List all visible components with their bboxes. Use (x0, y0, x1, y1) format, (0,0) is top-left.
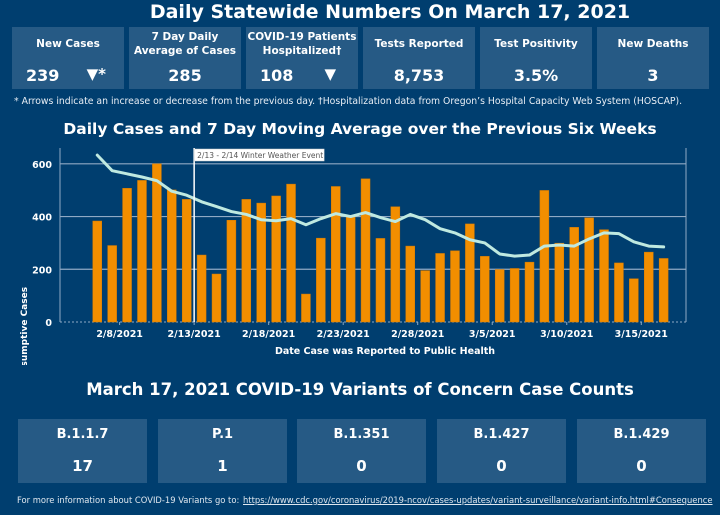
bar (226, 219, 237, 323)
variant-tile-b117: B.1.1.7 17 (18, 419, 147, 483)
bar (614, 262, 624, 323)
variants-title: March 17, 2021 COVID-19 Variants of Conc… (86, 380, 634, 399)
down-triangle-icon: ▼ (324, 65, 336, 83)
variant-tile-b1351: B.1.351 0 (297, 419, 426, 483)
kpi-value: 8,753 (393, 66, 445, 85)
bar (241, 199, 252, 323)
bar (494, 269, 505, 323)
variant-name: B.1.1.7 (56, 427, 109, 442)
down-triangle-icon: ▼* (86, 65, 106, 83)
x-tick-label: 3/5/2021 (469, 329, 516, 340)
bar (450, 250, 460, 323)
kpi-value: 3.5% (513, 66, 559, 85)
bar (345, 216, 356, 323)
bar (420, 270, 430, 323)
bar (569, 227, 579, 323)
x-tick-label: 2/23/2021 (317, 329, 370, 340)
kpi-label: Test Positivity (494, 38, 578, 50)
bar (122, 188, 132, 323)
bar (271, 195, 281, 323)
bar (390, 206, 401, 323)
bar (301, 293, 311, 323)
kpi-value: 239 (26, 66, 60, 85)
variant-count: 0 (356, 457, 367, 475)
bar (644, 251, 654, 323)
bar (375, 238, 386, 323)
kpi-label: New Cases (36, 38, 100, 50)
kpi-new-deaths: New Deaths 3 (597, 27, 709, 89)
bar (584, 217, 594, 323)
kpi-row: New Cases 239 ▼* 7 Day Daily Average of … (12, 27, 709, 89)
variant-name: B.1.429 (613, 427, 670, 442)
variant-name: B.1.351 (333, 427, 390, 442)
variant-count: 0 (636, 457, 647, 475)
bar (509, 268, 520, 323)
bar (137, 180, 147, 323)
bar (196, 254, 207, 323)
bar (524, 261, 535, 323)
x-tick-label: 2/18/2021 (242, 329, 295, 340)
more-info-text: For more information about COVID-19 Vari… (17, 495, 240, 505)
variant-name: B.1.427 (473, 427, 530, 442)
bar (435, 253, 445, 323)
variant-name: P.1 (211, 427, 234, 442)
y-axis-label: Confirmed and Presumptive Cases (20, 287, 30, 365)
bar (629, 278, 639, 323)
bar (658, 258, 669, 323)
kpi-value: 108 (260, 66, 294, 85)
bar (92, 220, 102, 323)
kpi-hospitalized: COVID-19 Patients Hospitalized† 108 ▼ (246, 27, 358, 89)
kpi-7-day-average: 7 Day Daily Average of Cases 285 (129, 27, 241, 89)
kpi-label: 7 Day Daily Average of Cases (133, 31, 237, 57)
chart-title: Daily Cases and 7 Day Moving Average ove… (63, 120, 657, 138)
bar (480, 256, 490, 323)
x-axis-label: Date Case was Reported to Public Health (275, 346, 495, 357)
x-tick-label: 2/28/2021 (391, 329, 444, 340)
cases-chart[interactable]: 0 200 400 600 2/8/2021 2/13/2021 2/18/2021 2/23… (0, 140, 720, 365)
bar (181, 199, 192, 323)
variant-count: 1 (217, 457, 228, 475)
bar (167, 189, 177, 323)
kpi-value: 285 (168, 66, 202, 85)
kpi-label: Tests Reported (374, 38, 464, 50)
variant-count: 17 (72, 457, 93, 475)
bar (539, 190, 550, 323)
y-tick-label: 400 (32, 213, 52, 224)
footnote: * Arrows indicate an increase or decreas… (14, 96, 683, 107)
kpi-label: New Deaths (617, 38, 689, 50)
cdc-variant-link[interactable]: https://www.cdc.gov/coronavirus/2019-nco… (243, 495, 713, 505)
bar (107, 245, 117, 323)
bar (331, 186, 341, 323)
kpi-test-positivity: Test Positivity 3.5% (480, 27, 592, 89)
x-tick-label: 3/15/2021 (615, 329, 668, 340)
kpi-new-cases: New Cases 239 ▼* (12, 27, 124, 89)
bar (316, 237, 326, 323)
bar (152, 163, 162, 323)
kpi-tests-reported: Tests Reported 8,753 (363, 27, 475, 89)
y-tick-label: 0 (45, 318, 52, 329)
y-tick-label: 600 (32, 160, 52, 171)
y-tick-label: 200 (32, 265, 52, 276)
variant-count: 0 (496, 457, 507, 475)
kpi-label: COVID-19 Patients Hospitalized† (247, 31, 357, 57)
annotation-label: 2/13 - 2/14 Winter Weather Event (197, 151, 323, 160)
bar (360, 178, 371, 323)
variant-tile-b1429: B.1.429 0 (577, 419, 706, 483)
page-title: Daily Statewide Numbers On March 17, 202… (149, 1, 631, 23)
variant-tile-b1427: B.1.427 0 (437, 419, 566, 483)
kpi-value: 3 (647, 66, 659, 85)
variant-tile-p1: P.1 1 (158, 419, 287, 483)
bar (211, 273, 222, 323)
bar (405, 245, 415, 323)
x-tick-label: 2/13/2021 (168, 329, 221, 340)
bar (554, 242, 565, 323)
x-tick-label: 2/8/2021 (96, 329, 143, 340)
bar (599, 229, 609, 323)
bar (286, 183, 296, 323)
x-tick-label: 3/10/2021 (540, 329, 593, 340)
